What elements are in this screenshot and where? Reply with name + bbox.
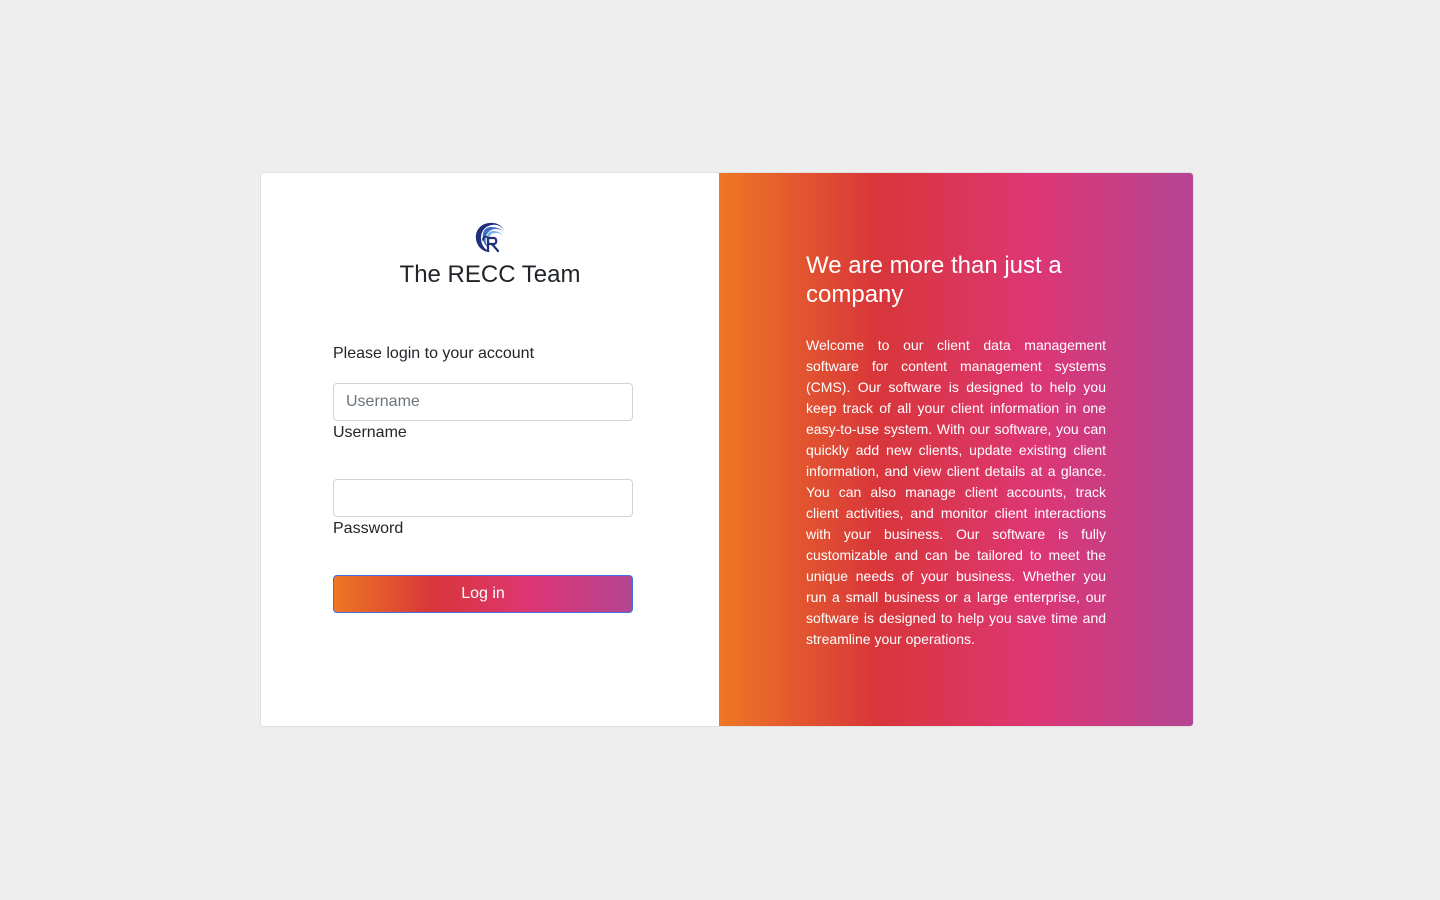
login-form: Please login to your account Username Pa…	[333, 344, 633, 613]
username-field-group: Username	[333, 383, 633, 443]
username-label: Username	[333, 424, 407, 441]
username-input[interactable]	[333, 383, 633, 421]
login-button[interactable]: Log in	[333, 575, 633, 613]
password-label: Password	[333, 520, 404, 537]
login-card: The RECC Team Please login to your accou…	[260, 172, 1194, 727]
info-content: We are more than just a company Welcome …	[806, 251, 1106, 650]
info-title: We are more than just a company	[806, 252, 1062, 308]
brand-header: The RECC Team	[261, 220, 719, 290]
password-input[interactable]	[333, 479, 633, 517]
password-field-group: Password	[333, 479, 633, 539]
login-instructions: Please login to your account	[333, 345, 535, 362]
login-panel: The RECC Team Please login to your accou…	[261, 173, 720, 726]
info-description: Welcome to our client data management so…	[806, 337, 1107, 647]
recc-logo-icon	[474, 220, 506, 254]
brand-title: The RECC Team	[399, 261, 581, 288]
info-panel: We are more than just a company Welcome …	[719, 173, 1193, 726]
